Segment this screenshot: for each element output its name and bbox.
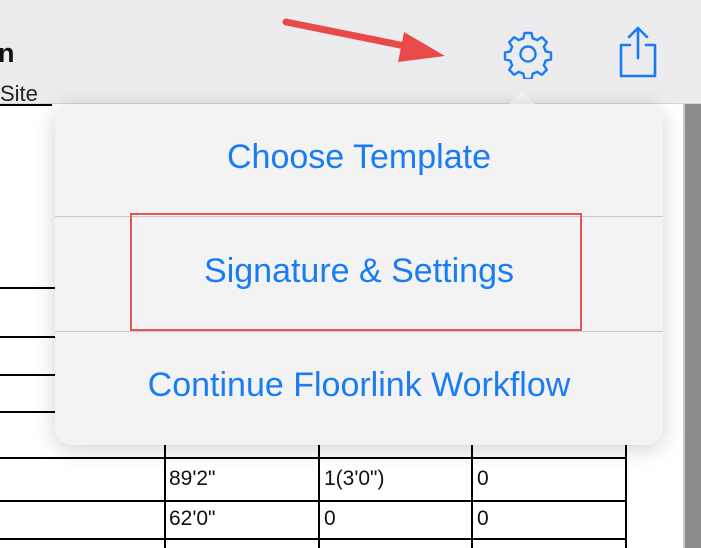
table-cell: 0 — [477, 507, 489, 530]
table-cell: 1(3'0") — [324, 467, 385, 490]
table-rule — [0, 500, 627, 502]
menu-divider — [55, 331, 663, 332]
table-rule — [0, 287, 56, 289]
navigation-bar: n — [0, 0, 701, 104]
table-cell: 0 — [477, 467, 489, 490]
annotation-highlight-box — [130, 213, 582, 331]
table-cell: 0 — [324, 507, 336, 530]
table-rule — [0, 457, 627, 459]
table-column-rule — [318, 445, 320, 548]
table-rule — [0, 374, 56, 376]
menu-item-continue-floorlink-workflow[interactable]: Continue Floorlink Workflow — [55, 366, 663, 405]
settings-button[interactable] — [500, 28, 556, 80]
menu-item-choose-template[interactable]: Choose Template — [55, 138, 663, 177]
popover-caret — [508, 91, 536, 105]
gear-icon — [503, 31, 553, 79]
document-edge — [685, 104, 701, 548]
table-cell: 89'2" — [169, 467, 216, 490]
table-column-rule — [625, 445, 627, 548]
annotation-arrow — [282, 18, 445, 62]
page-title: n — [0, 38, 15, 68]
share-button[interactable] — [610, 24, 666, 80]
table-cell: 62'0" — [169, 507, 216, 530]
table-rule — [0, 538, 627, 540]
table-column-rule — [164, 445, 166, 548]
site-label: Site — [0, 84, 52, 106]
table-column-rule — [471, 445, 473, 548]
table-rule — [0, 336, 56, 338]
share-icon — [619, 26, 657, 78]
table-rule — [0, 411, 56, 413]
